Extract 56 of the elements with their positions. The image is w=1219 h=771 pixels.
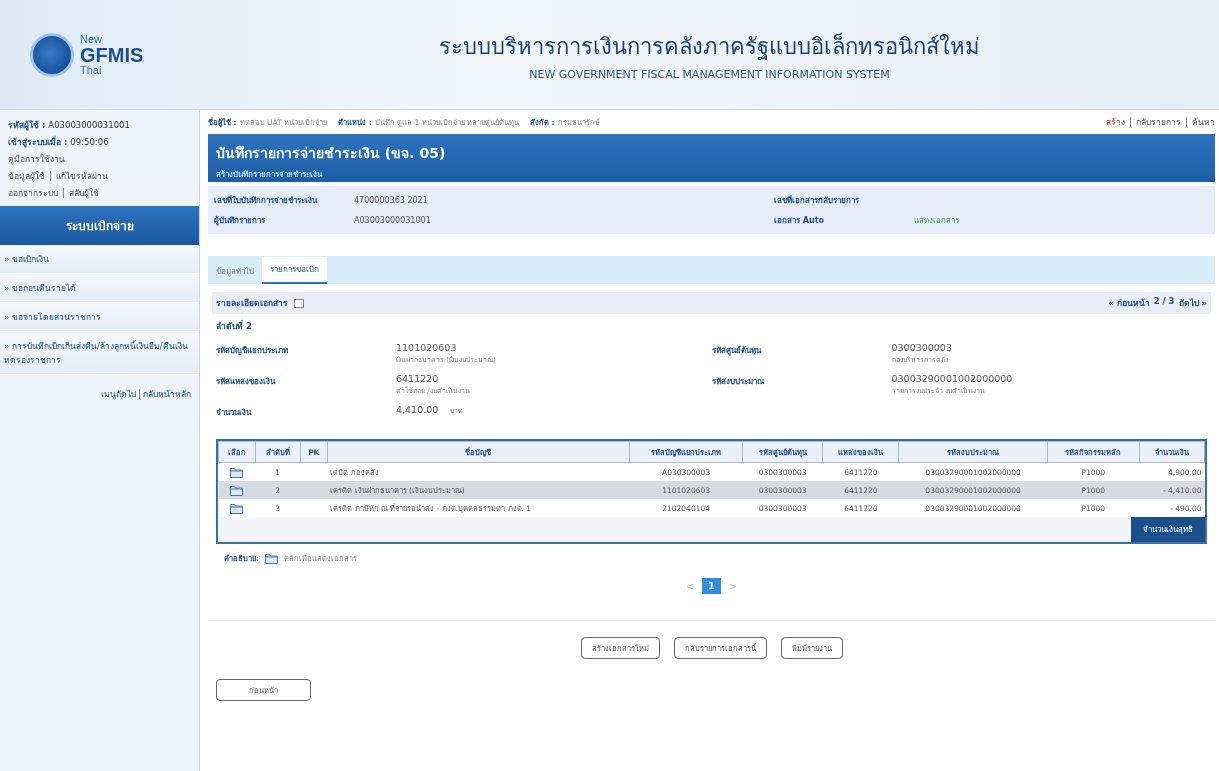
logo-text: Thai xyxy=(80,64,103,76)
info-label: รหัสผู้ใช้ : xyxy=(8,119,46,132)
folder-icon[interactable] xyxy=(230,484,244,496)
action-link[interactable]: กลับรายการ xyxy=(1136,115,1181,129)
tab[interactable]: รายการขอเบิก xyxy=(262,257,327,284)
field-value: 6411220 xyxy=(396,373,439,384)
folder-icon[interactable] xyxy=(230,502,244,514)
action-link[interactable]: สร้าง xyxy=(1106,115,1125,129)
field-label: รหัสงบประมาณ xyxy=(711,376,765,388)
info-label: เข้าสู่ระบบเมื่อ : xyxy=(8,135,68,149)
field-label: รหัสแหล่งของเงิน xyxy=(216,376,277,388)
prev-link[interactable]: « ก่อนหน้า xyxy=(1108,296,1150,310)
field-value: A03003000031001 xyxy=(354,215,432,225)
next-link[interactable]: ถัดไป » xyxy=(1178,296,1207,310)
field-label: เอกสาร Auto xyxy=(774,214,825,227)
field-value: 1101020603 xyxy=(396,342,457,353)
field-label: เลขที่ใบบันทึกการจ่ายชำระเงิน xyxy=(214,194,319,207)
menu-item[interactable]: » ขอถอนคืนรายได้ xyxy=(0,274,199,303)
list-icon[interactable] xyxy=(294,298,304,308)
page-indicator: 2 / 3 xyxy=(1153,296,1175,308)
sidebar-link[interactable]: ข้อมูลผู้ใช้ xyxy=(8,169,45,183)
field-label: ผู้บันทึกรายการ xyxy=(214,214,266,227)
emblem-icon xyxy=(30,32,74,77)
field-label: รหัสศูนย์ต้นทุน xyxy=(711,344,762,358)
net-amount-button[interactable]: จำนวนเงินสุทธิ xyxy=(1131,517,1205,542)
field-label: รหัสบัญชีแยกประเภท xyxy=(216,345,289,358)
sidebar-link[interactable]: แก้ไขรหัสผ่าน xyxy=(56,169,108,183)
page-subtitle: สร้างบันทึกรายการจ่ายชำระเงิน xyxy=(216,169,324,181)
field-label: เลขที่เอกสารกลับรายการ xyxy=(774,194,860,207)
menu-item[interactable]: » ขอจ่ายโดยส่วนราชการ xyxy=(0,303,199,332)
section-title: รายละเอียดเอกสาร xyxy=(216,297,288,310)
folder-icon xyxy=(265,552,278,564)
field-value: 4700000363 2021 xyxy=(354,195,429,205)
logo-text: GFMIS xyxy=(80,44,144,65)
tab[interactable]: ข้อมูลทั่วไป xyxy=(208,259,262,284)
page-title: บันทึกรายการจ่ายชำระเงิน (ขจ. 05) xyxy=(216,144,447,163)
system-title: ระบบบริหารการเงินการคลังภาครัฐแบบอิเล็กทรอนิกส์ใหม่ xyxy=(438,31,981,62)
sidebar-link[interactable]: สลับผู้ใช้ xyxy=(69,186,99,200)
sequence-label: ลำดับที่ 2 xyxy=(215,319,253,333)
menu-item[interactable]: » การบันทึกเบิกเกินส่งคืน/ล้างลูกหนี้เงินยืม/คืนเงินทดรองราชการ xyxy=(0,332,199,375)
sidebar-link[interactable]: ออกจากระบบ xyxy=(8,186,58,200)
menu-item[interactable]: » ขอเบิกเงิน xyxy=(0,245,199,274)
folder-icon[interactable] xyxy=(230,466,244,478)
system-subtitle: NEW GOVERNMENT FISCAL MANAGEMENT INFORMATION SYSTEM xyxy=(528,67,891,81)
field-value: 03003290001002000000 xyxy=(891,373,1013,384)
field-label: จำนวนเงิน xyxy=(216,407,253,419)
section-header: ระบบเบิกจ่าย xyxy=(0,206,199,245)
field-value: 0300300003 xyxy=(891,342,952,353)
info-value: A03003000031001 xyxy=(48,120,130,130)
field-value: 4,410.00 xyxy=(396,404,439,415)
sidebar-link[interactable]: กลับหน้าหลัก xyxy=(143,387,191,401)
logo-text: New xyxy=(80,33,103,45)
sidebar-link[interactable]: เมนูถัดไป xyxy=(101,387,136,401)
manual-link[interactable]: คู่มือการใช้งาน xyxy=(8,152,193,166)
action-link[interactable]: ค้นหา xyxy=(1192,115,1215,129)
info-value: 09:50:06 xyxy=(70,137,109,147)
